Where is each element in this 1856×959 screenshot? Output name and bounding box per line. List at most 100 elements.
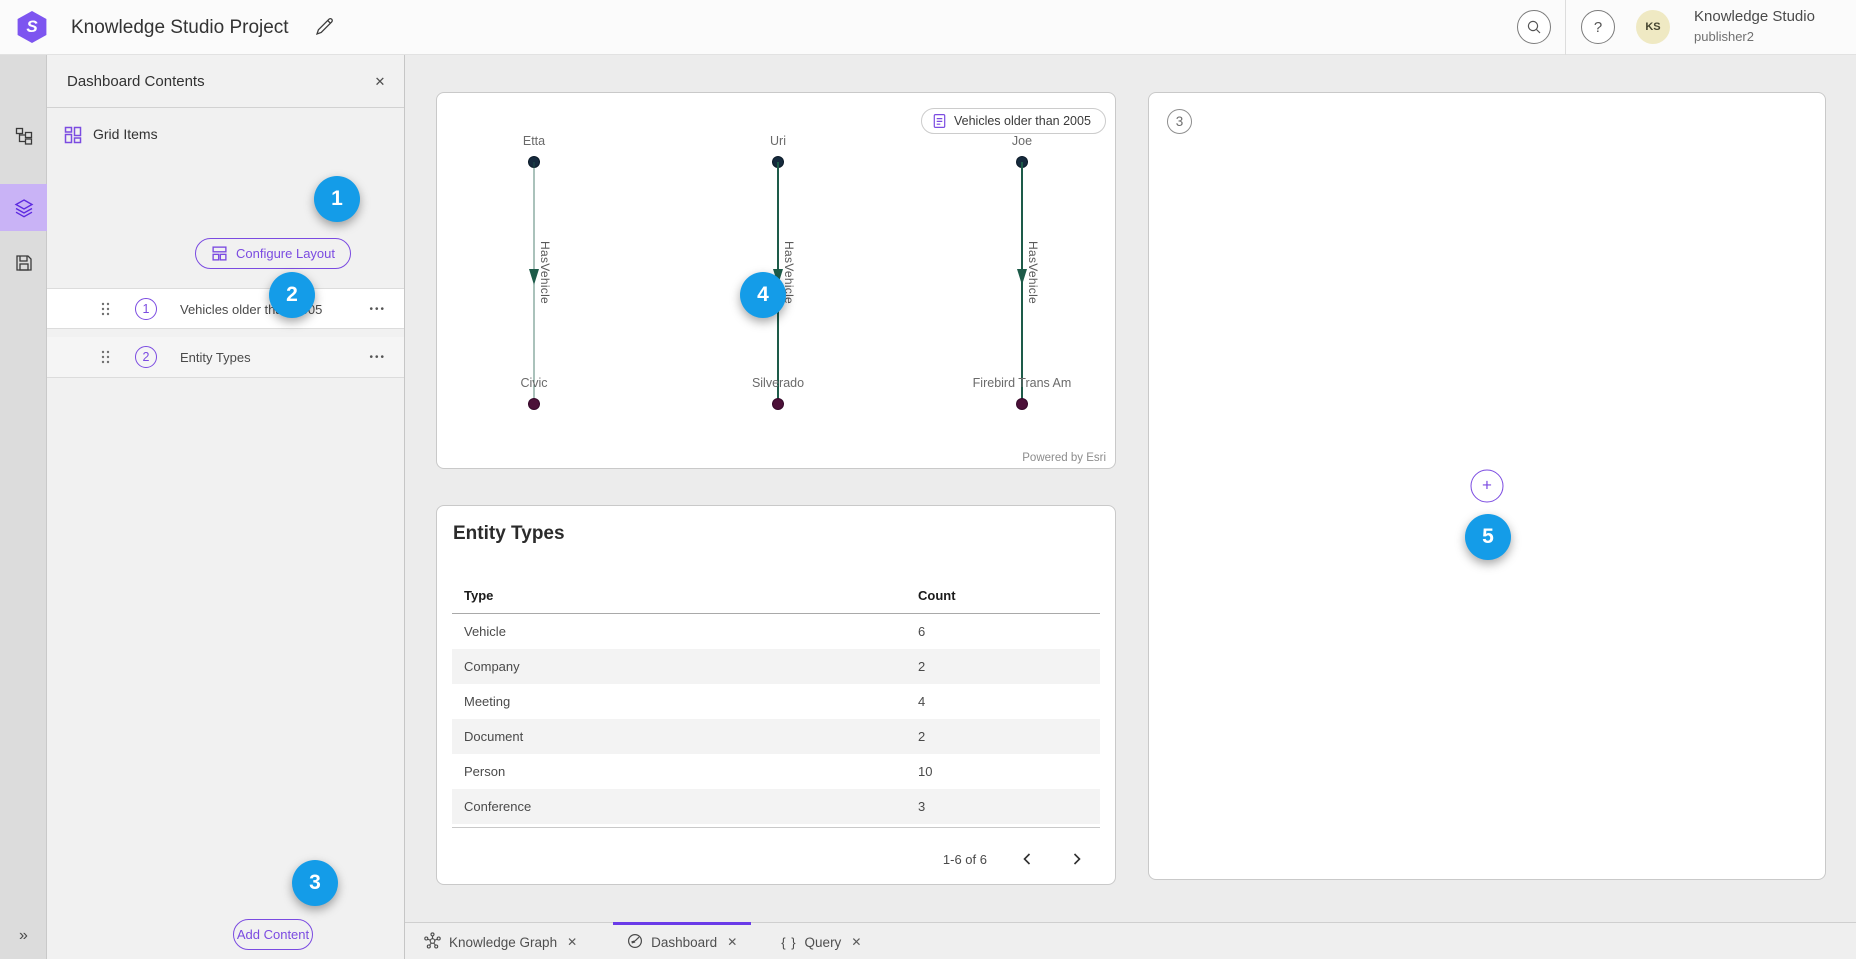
grid-item-list: 1 Vehicles older than 2005 ••• 2 Entity … bbox=[47, 288, 404, 378]
project-title: Knowledge Studio Project bbox=[71, 0, 289, 55]
cell-count: 2 bbox=[918, 719, 925, 754]
cell-count: 4 bbox=[918, 684, 925, 719]
callout-step-5: 5 bbox=[1465, 514, 1511, 560]
slot-number-badge: 3 bbox=[1167, 109, 1192, 134]
vehicle-node[interactable] bbox=[1017, 399, 1027, 409]
graph-edge-group: Joe HasVehicle Firebird Trans Am bbox=[932, 93, 1112, 470]
target-node-label: Silverado bbox=[688, 376, 868, 390]
tool-rail: » bbox=[0, 55, 47, 959]
grid-items-icon bbox=[63, 125, 83, 150]
cell-count: 6 bbox=[918, 614, 925, 649]
panel-title: Dashboard Contents bbox=[67, 55, 205, 108]
dashboard-canvas: Vehicles older than 2005 Etta HasVehicle… bbox=[405, 55, 1856, 922]
drag-handle-icon[interactable] bbox=[101, 302, 110, 321]
knowledge-graph-icon bbox=[424, 932, 441, 952]
callout-step-3: 3 bbox=[292, 860, 338, 906]
target-node-label: Firebird Trans Am bbox=[932, 376, 1112, 390]
next-page-button[interactable] bbox=[1067, 849, 1087, 869]
help-button[interactable]: ? bbox=[1581, 10, 1615, 44]
item-options-icon[interactable]: ••• bbox=[369, 289, 386, 330]
schema-tool-button[interactable] bbox=[0, 112, 47, 159]
tab-dashboard[interactable]: Dashboard ✕ bbox=[613, 922, 751, 959]
item-number-badge: 2 bbox=[135, 346, 157, 368]
layers-tool-button[interactable] bbox=[0, 184, 47, 231]
vehicle-node[interactable] bbox=[529, 399, 539, 409]
pagination: 1-6 of 6 bbox=[943, 844, 1087, 874]
tab-query[interactable]: { } Query ✕ bbox=[767, 922, 875, 959]
tab-label: Query bbox=[805, 935, 842, 950]
cell-type: Meeting bbox=[464, 684, 510, 719]
cell-type: Vehicle bbox=[464, 614, 506, 649]
vehicle-node[interactable] bbox=[773, 399, 783, 409]
expand-rail-chevrons[interactable]: » bbox=[0, 921, 47, 951]
question-icon: ? bbox=[1594, 19, 1602, 36]
chevron-right-icon bbox=[1071, 852, 1083, 866]
layers-icon bbox=[14, 198, 34, 218]
table-header: Type Count bbox=[452, 588, 1100, 612]
column-header-count: Count bbox=[918, 588, 956, 603]
page-range-label: 1-6 of 6 bbox=[943, 852, 987, 867]
graph-edge-group: Etta HasVehicle Civic bbox=[444, 93, 624, 470]
grid-items-section: Grid Items bbox=[47, 121, 404, 151]
edge-relationship-label: HasVehicle bbox=[1026, 241, 1040, 304]
layout-icon bbox=[211, 245, 228, 262]
source-node-label: Joe bbox=[932, 134, 1112, 148]
cell-count: 10 bbox=[918, 754, 932, 789]
table-row[interactable]: Person 10 bbox=[452, 754, 1100, 789]
user-name: Knowledge Studio bbox=[1694, 7, 1815, 27]
dashboard-gauge-icon bbox=[627, 933, 643, 952]
table-row[interactable]: Conference 3 bbox=[452, 789, 1100, 824]
close-panel-icon[interactable]: ✕ bbox=[370, 72, 390, 92]
cell-type: Conference bbox=[464, 789, 531, 824]
braces-icon: { } bbox=[781, 935, 796, 950]
save-icon bbox=[14, 253, 34, 273]
empty-grid-slot: 3 + bbox=[1148, 92, 1826, 880]
tab-close-icon[interactable]: ✕ bbox=[567, 935, 577, 949]
callout-step-2: 2 bbox=[269, 272, 315, 318]
item-label: Entity Types bbox=[180, 337, 251, 378]
grid-items-label: Grid Items bbox=[93, 126, 158, 142]
app-header: S Knowledge Studio Project ? KS Knowledg… bbox=[0, 0, 1856, 55]
item-options-icon[interactable]: ••• bbox=[369, 337, 386, 378]
cell-type: Company bbox=[464, 649, 520, 684]
add-content-button[interactable]: Add Content bbox=[233, 919, 313, 950]
drag-handle-icon[interactable] bbox=[101, 350, 110, 369]
header-divider bbox=[1565, 0, 1566, 55]
configure-layout-button[interactable]: Configure Layout bbox=[195, 238, 351, 269]
source-node-label: Etta bbox=[444, 134, 624, 148]
user-role: publisher2 bbox=[1694, 27, 1815, 47]
app-logo-icon[interactable]: S bbox=[16, 11, 48, 43]
avatar[interactable]: KS bbox=[1636, 10, 1670, 44]
tab-label: Dashboard bbox=[651, 935, 717, 950]
esri-attribution: Powered by Esri bbox=[1022, 452, 1106, 464]
table-row[interactable]: Vehicle 6 bbox=[452, 614, 1100, 649]
grid-item-row[interactable]: 2 Entity Types ••• bbox=[47, 337, 404, 378]
search-icon bbox=[1526, 19, 1542, 35]
avatar-initials: KS bbox=[1645, 21, 1660, 33]
tab-knowledge-graph[interactable]: Knowledge Graph ✕ bbox=[410, 922, 591, 959]
table-body: Vehicle 6 Company 2 Meeting 4 Document 2… bbox=[452, 614, 1100, 824]
cell-count: 3 bbox=[918, 789, 925, 824]
add-widget-button[interactable]: + bbox=[1471, 470, 1504, 503]
search-button[interactable] bbox=[1517, 10, 1551, 44]
save-tool-button[interactable] bbox=[0, 239, 47, 286]
column-header-type: Type bbox=[464, 588, 493, 603]
table-row[interactable]: Meeting 4 bbox=[452, 684, 1100, 719]
edge-relationship-label: HasVehicle bbox=[538, 241, 552, 304]
schema-tree-icon bbox=[14, 126, 34, 146]
table-row[interactable]: Company 2 bbox=[452, 649, 1100, 684]
tab-close-icon[interactable]: ✕ bbox=[851, 935, 861, 949]
previous-page-button[interactable] bbox=[1017, 849, 1037, 869]
item-number-badge: 1 bbox=[135, 298, 157, 320]
panel-header: Dashboard Contents ✕ bbox=[47, 55, 404, 108]
footer-divider bbox=[452, 827, 1100, 828]
callout-step-1: 1 bbox=[314, 176, 360, 222]
table-row[interactable]: Document 2 bbox=[452, 719, 1100, 754]
grid-item-row[interactable]: 1 Vehicles older than 2005 ••• bbox=[47, 288, 404, 329]
tab-close-icon[interactable]: ✕ bbox=[727, 935, 737, 949]
table-title: Entity Types bbox=[453, 523, 565, 545]
configure-layout-label: Configure Layout bbox=[236, 246, 335, 261]
edit-title-icon[interactable] bbox=[313, 16, 337, 40]
cell-type: Document bbox=[464, 719, 523, 754]
user-info[interactable]: Knowledge Studio publisher2 bbox=[1694, 7, 1815, 47]
